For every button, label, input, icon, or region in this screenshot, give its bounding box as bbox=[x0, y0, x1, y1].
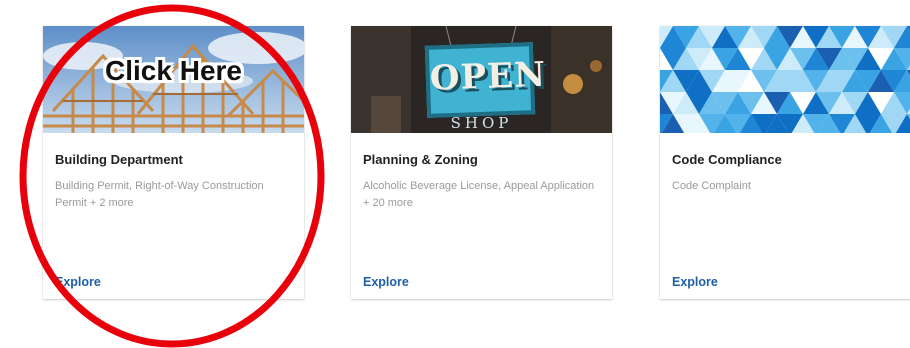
shop-text: SHOP bbox=[450, 114, 513, 132]
open-sign-image: OPEN SHOP bbox=[351, 26, 612, 133]
house-framing-image: Click Here bbox=[43, 26, 304, 133]
blue-triangle-pattern-image bbox=[660, 26, 910, 133]
card-title: Planning & Zoning bbox=[363, 152, 478, 167]
click-here-overlay: Click Here bbox=[105, 55, 242, 86]
explore-link[interactable]: Explore bbox=[55, 275, 101, 289]
card-code-compliance[interactable]: Code Compliance Code Complaint Explore bbox=[660, 26, 910, 299]
card-description: Alcoholic Beverage License, Appeal Appli… bbox=[363, 180, 595, 209]
open-sign-text: OPEN bbox=[429, 54, 547, 99]
card-planning-zoning[interactable]: OPEN SHOP Planning & Zoning Alcoholic Be… bbox=[351, 26, 612, 299]
card-description: Code Complaint bbox=[672, 180, 751, 192]
card-title: Building Department bbox=[55, 152, 183, 167]
card-building-department[interactable]: Click Here Building Department Building … bbox=[43, 26, 304, 299]
card-title: Code Compliance bbox=[672, 152, 782, 167]
card-description: Building Permit, Right-of-Way Constructi… bbox=[55, 180, 264, 209]
explore-link[interactable]: Explore bbox=[363, 275, 409, 289]
open-sign: OPEN bbox=[424, 42, 547, 118]
explore-link[interactable]: Explore bbox=[672, 275, 718, 289]
